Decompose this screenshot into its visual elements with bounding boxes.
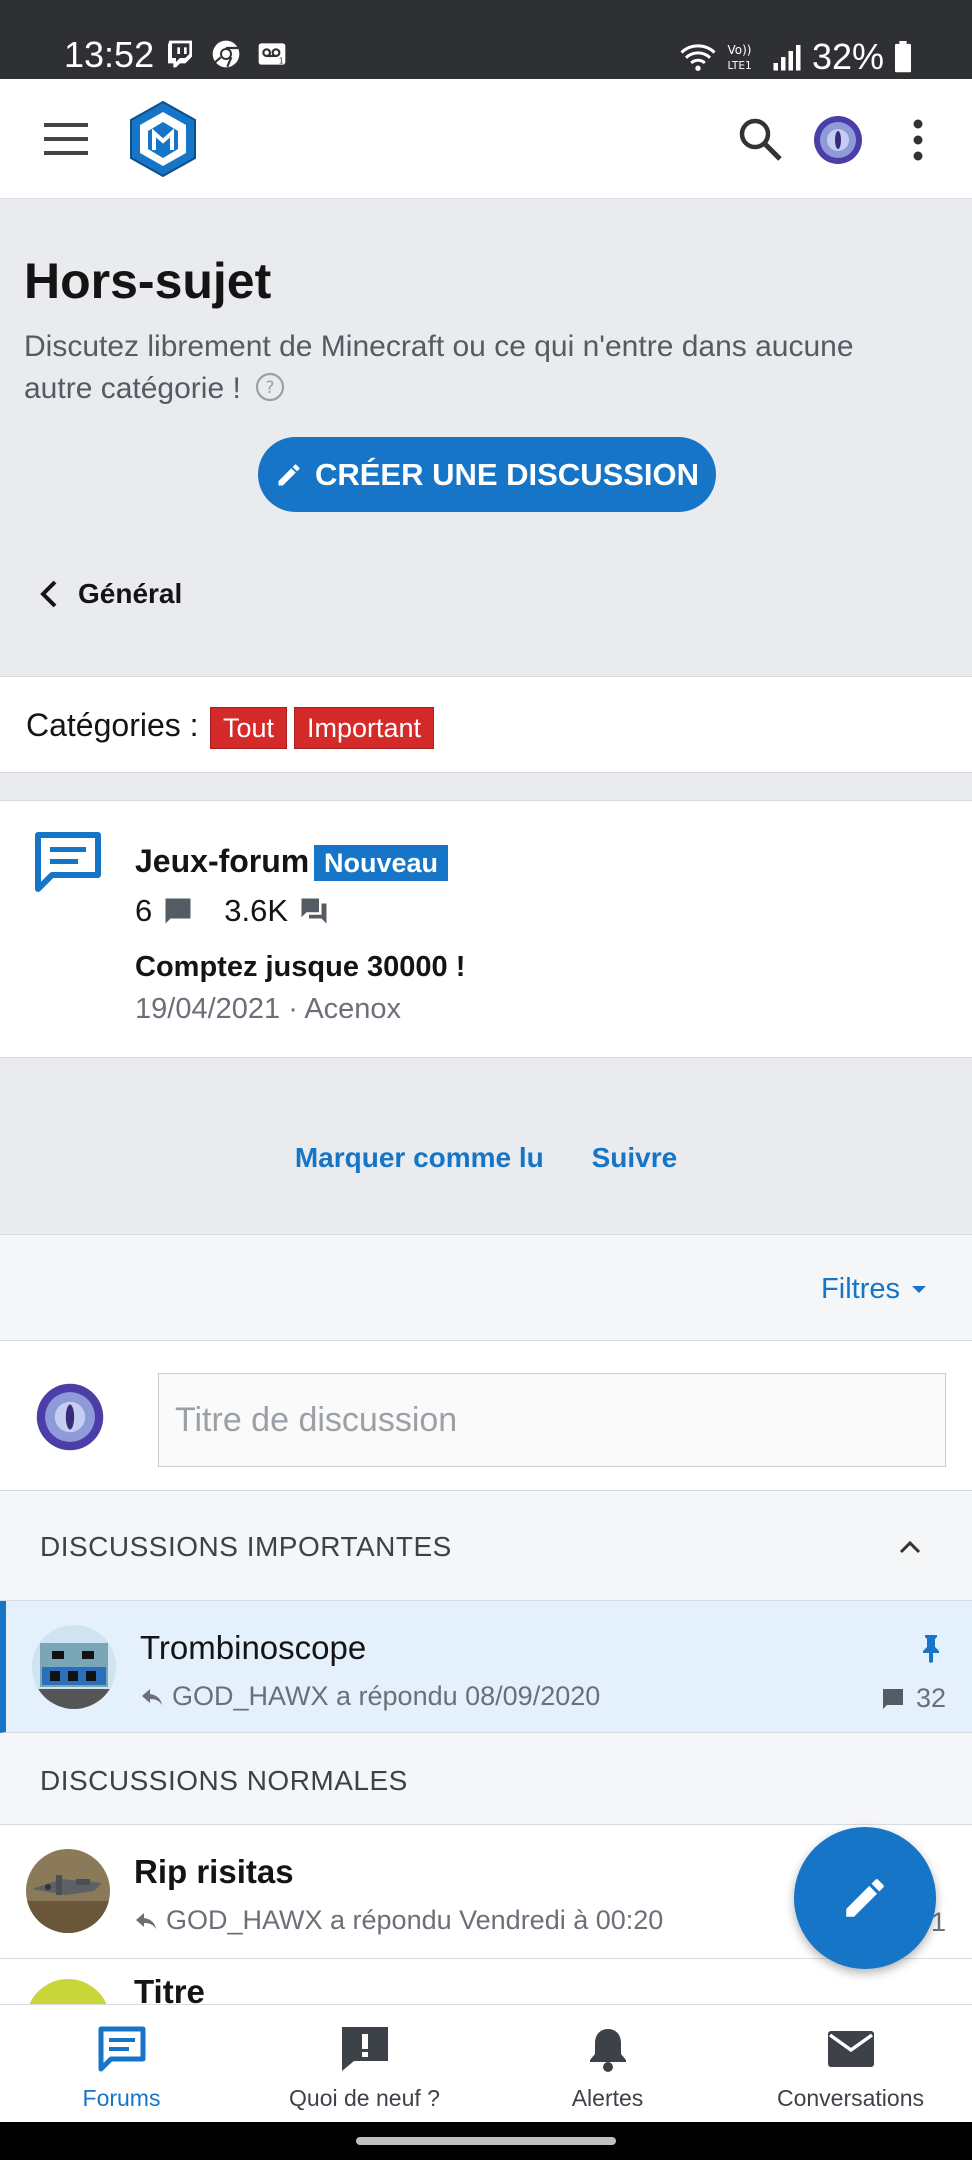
reply-count: 32 [915,1683,946,1713]
status-time: 13:52 [64,34,155,75]
follow-link[interactable]: Suivre [592,1142,678,1173]
svg-text:1: 1 [279,56,284,65]
chrome-icon [212,40,240,68]
nav-conversations[interactable]: Conversations [729,2005,972,2123]
normal-section-header: DISCUSSIONS NORMALES [0,1733,972,1825]
subforum-card[interactable]: Jeux-forum Nouveau 6 3.6K Comptez jusque… [0,800,972,1058]
sticky-section-title: DISCUSSIONS IMPORTANTES [40,1531,452,1562]
latest-thread-title[interactable]: Comptez jusque 30000 ! [135,951,465,984]
alert-comment-icon [342,2027,388,2071]
status-notification-icons: 1 [164,38,288,70]
svg-text:Vo)): Vo)) [727,43,751,57]
create-discussion-label: CRÉER UNE DISCUSSION [314,456,700,492]
voicemail-icon: 1 [258,43,286,65]
thread-meta: GOD_HAWX a répondu Vendredi à 00:20 [134,1905,663,1936]
search-icon[interactable] [736,115,784,163]
bell-icon [590,2029,626,2072]
category-tag-important[interactable]: Important [294,707,435,749]
filters-bar: Filtres [0,1235,972,1341]
threads-count: 6 [135,893,153,928]
categories-card: Catégories : Tout Important [0,676,972,773]
forum-chat-icon [35,832,101,892]
battery-percent: 32% [811,36,884,77]
breadcrumb-label: Général [78,578,183,609]
normal-section-title: DISCUSSIONS NORMALES [40,1765,408,1796]
caret-down-icon [912,1286,926,1293]
envelope-icon [828,2031,874,2067]
new-badge: Nouveau [314,845,449,881]
twitch-icon [168,40,192,68]
thread-title-input[interactable] [158,1373,946,1467]
latest-thread-meta: 19/04/2021 · Acenox [135,993,402,1025]
status-system-icons: Vo)) LTE1 32% [680,36,912,78]
messages-count: 3.6K [224,893,289,928]
reply-icon [142,1688,162,1705]
nav-forums-label: Forums [82,2085,161,2111]
chevron-left-icon [40,580,57,608]
menu-icon[interactable] [44,117,94,161]
quick-thread-row [0,1341,972,1491]
pencil-icon [846,1879,884,1917]
reply-icon [136,1912,156,1929]
site-logo[interactable] [128,100,198,178]
nav-whats-new-label: Quoi de neuf ? [289,2085,440,2111]
thread-title[interactable]: Rip risitas [134,1853,294,1891]
thread-title[interactable]: Titre [134,1973,205,2004]
avatar-image [32,1625,116,1709]
page-title: Hors-sujet [24,253,272,309]
avatar-image [26,1849,110,1933]
filters-dropdown[interactable]: Filtres [821,1273,926,1306]
filters-label: Filtres [821,1273,900,1305]
thread-meta-text: GOD_HAWX a répondu Vendredi à 00:20 [166,1905,664,1935]
user-avatar[interactable] [812,114,864,166]
forums-icon [98,2026,146,2072]
thread-meta: GOD_HAWX a répondu 08/09/2020 [140,1681,600,1712]
battery-icon [895,41,911,73]
thread-avatar[interactable] [26,1979,110,2004]
create-discussion-button[interactable]: CRÉER UNE DISCUSSION [258,437,716,512]
svg-text:?: ? [266,378,275,398]
thread-row[interactable]: Titre [0,1959,972,2005]
comment-icon [882,1688,903,1709]
help-icon[interactable]: ? [255,372,285,402]
forum-actions: Marquer comme lu Suivre [0,1142,972,1174]
pin-icon [923,1635,939,1663]
comments-icon [301,898,327,924]
chevron-up-icon[interactable] [898,1535,922,1559]
new-thread-fab[interactable] [794,1827,936,1969]
nav-forums[interactable]: Forums [0,2005,243,2123]
thread-avatar[interactable] [26,1849,110,1933]
nav-alerts[interactable]: Alertes [486,2005,729,2123]
system-gesture-bar [0,2122,972,2160]
page-description: Discutez librement de Minecraft ou ce qu… [24,326,924,410]
thread-avatar[interactable] [32,1625,116,1709]
pencil-icon [278,463,300,485]
subforum-stats: 6 3.6K [135,893,360,929]
nav-whats-new[interactable]: Quoi de neuf ? [243,2005,486,2123]
thread-row-sticky[interactable]: Trombinoscope GOD_HAWX a répondu 08/09/2… [0,1601,972,1733]
sticky-section-header[interactable]: DISCUSSIONS IMPORTANTES [0,1491,972,1601]
nav-conversations-label: Conversations [776,2085,925,2111]
thread-meta-text: GOD_HAWX a répondu 08/09/2020 [172,1681,601,1711]
breadcrumb-back-link[interactable]: Général [38,578,182,610]
more-vert-icon[interactable] [906,117,930,163]
status-bar: 13:52 1 Vo)) LTE1 32% [0,0,972,79]
home-gesture-pill[interactable] [356,2137,616,2145]
thread-replies: 32 [880,1683,946,1714]
bottom-navigation: Forums Quoi de neuf ? Alertes Conversati… [0,2004,972,2122]
svg-text:LTE1: LTE1 [727,60,751,72]
user-avatar-small [36,1383,104,1451]
volte-icon: Vo)) LTE1 [727,43,751,72]
wifi-icon [680,44,716,71]
categories-label: Catégories : [26,707,199,743]
comment-icon [165,898,191,924]
signal-icon [773,45,801,71]
category-tag-all[interactable]: Tout [210,707,288,749]
subforum-title[interactable]: Jeux-forum [135,843,309,880]
app-header [0,79,972,199]
page-description-text: Discutez librement de Minecraft ou ce qu… [24,330,854,405]
mark-read-link[interactable]: Marquer comme lu [295,1142,544,1173]
thread-title[interactable]: Trombinoscope [140,1629,366,1667]
nav-alerts-label: Alertes [571,2085,644,2111]
